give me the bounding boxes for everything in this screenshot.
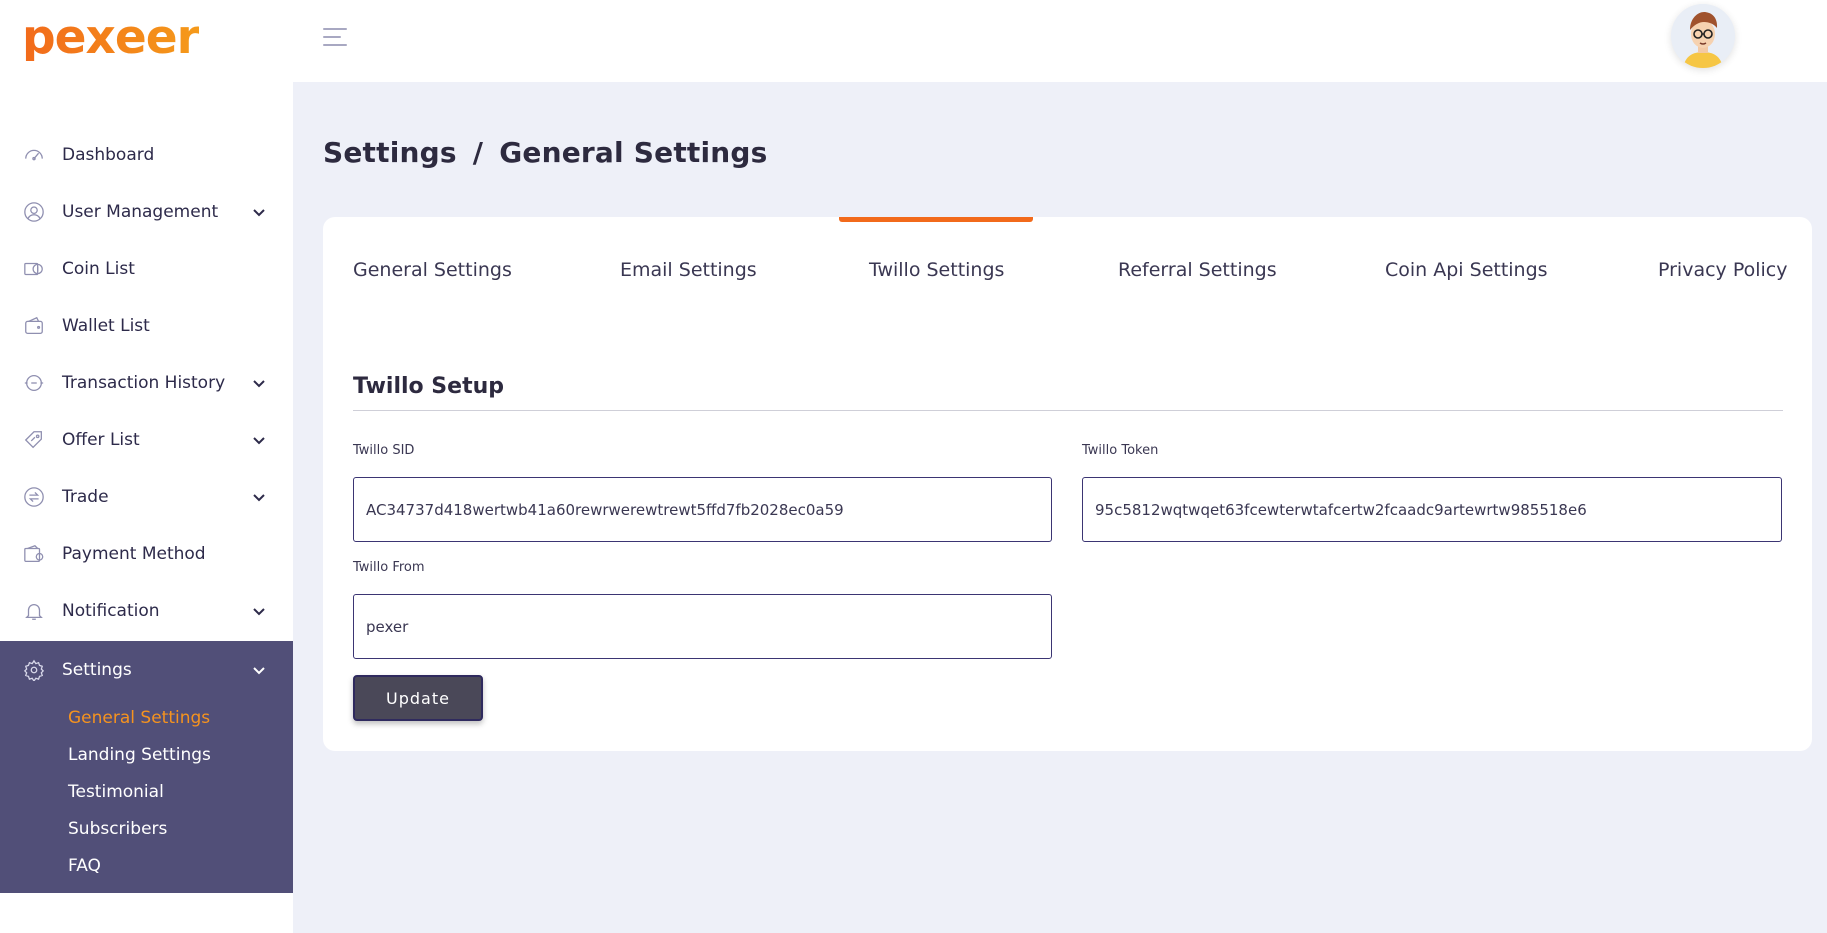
sidebar-nav: Dashboard User Management Coin List Wall… — [0, 126, 293, 639]
dashboard-icon — [22, 143, 46, 167]
sidebar-item-offer-list[interactable]: Offer List — [0, 411, 293, 468]
chevron-down-icon — [251, 662, 267, 678]
wallet-icon — [22, 314, 46, 338]
coin-icon — [22, 257, 46, 281]
chevron-down-icon — [251, 432, 267, 448]
hamburger-icon[interactable] — [323, 26, 351, 50]
trade-exchange-icon — [22, 485, 46, 509]
submenu-subscribers[interactable]: Subscribers — [68, 810, 293, 847]
sidebar-item-label: Dashboard — [62, 144, 155, 165]
tab-general-settings[interactable]: General Settings — [353, 259, 512, 281]
user-icon — [22, 200, 46, 224]
top-header — [293, 0, 1827, 82]
twillo-token-input[interactable]: 95c5812wqtwqet63fcewterwtafcertw2fcaadc9… — [1082, 477, 1782, 542]
sidebar-item-user-management[interactable]: User Management — [0, 183, 293, 240]
sidebar-item-label: User Management — [62, 201, 219, 222]
sidebar-item-wallet-list[interactable]: Wallet List — [0, 297, 293, 354]
twillo-from-value: pexer — [366, 617, 409, 636]
payment-icon — [22, 542, 46, 566]
settings-group: Settings General Settings Landing Settin… — [0, 641, 293, 893]
sidebar-item-label: Transaction History — [62, 372, 226, 393]
sidebar-item-label: Coin List — [62, 258, 135, 279]
sidebar-item-coin-list[interactable]: Coin List — [0, 240, 293, 297]
tab-referral-settings[interactable]: Referral Settings — [1118, 259, 1277, 281]
active-tab-indicator — [839, 217, 1033, 222]
page-title: Settings / General Settings — [323, 136, 768, 169]
sidebar-item-label: Settings — [62, 660, 132, 680]
sidebar-item-transaction-history[interactable]: Transaction History — [0, 354, 293, 411]
transaction-icon — [22, 371, 46, 395]
chevron-down-icon — [251, 489, 267, 505]
chevron-down-icon — [251, 375, 267, 391]
breadcrumb-parent[interactable]: Settings — [323, 136, 457, 169]
gear-icon — [22, 658, 46, 682]
twillo-sid-input[interactable]: AC34737d418wertwb41a60rewrwerewtrewt5ffd… — [353, 477, 1052, 542]
breadcrumb-current: General Settings — [499, 136, 768, 169]
submenu-general-settings[interactable]: General Settings — [68, 699, 293, 736]
chevron-down-icon — [251, 603, 267, 619]
tab-coin-api-settings[interactable]: Coin Api Settings — [1385, 259, 1548, 281]
twillo-token-label: Twillo Token — [1082, 443, 1159, 458]
twillo-sid-value: AC34737d418wertwb41a60rewrwerewtrewt5ffd… — [366, 500, 844, 519]
offer-tag-icon — [22, 428, 46, 452]
submenu-landing-settings[interactable]: Landing Settings — [68, 736, 293, 773]
brand-logo[interactable]: pexeer — [22, 10, 200, 80]
update-button[interactable]: Update — [353, 675, 483, 721]
tab-email-settings[interactable]: Email Settings — [620, 259, 757, 281]
section-title: Twillo Setup — [353, 374, 505, 399]
bell-icon — [22, 599, 46, 623]
sidebar-item-label: Trade — [62, 486, 109, 507]
sidebar-item-label: Wallet List — [62, 315, 150, 336]
sidebar-item-payment-method[interactable]: Payment Method — [0, 525, 293, 582]
sidebar-item-label: Payment Method — [62, 543, 206, 564]
breadcrumb-separator: / — [472, 136, 484, 169]
user-avatar[interactable] — [1671, 4, 1735, 68]
submenu-testimonial[interactable]: Testimonial — [68, 773, 293, 810]
sidebar-item-label: Notification — [62, 600, 160, 621]
submenu-faq[interactable]: FAQ — [68, 847, 293, 884]
twillo-sid-label: Twillo SID — [353, 443, 415, 458]
tab-privacy-policy[interactable]: Privacy Policy — [1658, 259, 1787, 281]
sidebar-item-settings[interactable]: Settings — [0, 641, 293, 699]
sidebar-item-notification[interactable]: Notification — [0, 582, 293, 639]
sidebar-item-dashboard[interactable]: Dashboard — [0, 126, 293, 183]
chevron-down-icon — [251, 204, 267, 220]
sidebar-item-trade[interactable]: Trade — [0, 468, 293, 525]
twillo-token-value: 95c5812wqtwqet63fcewterwtafcertw2fcaadc9… — [1095, 500, 1587, 519]
settings-card: General Settings Email Settings Twillo S… — [323, 217, 1812, 751]
sidebar: pexeer Dashboard User Management Coin Li… — [0, 0, 293, 933]
logo-text: pexeer — [22, 10, 200, 65]
sidebar-item-label: Offer List — [62, 429, 140, 450]
settings-tabs: General Settings Email Settings Twillo S… — [323, 217, 1812, 327]
twillo-from-label: Twillo From — [353, 560, 425, 575]
section-divider — [353, 410, 1783, 411]
settings-submenu: General Settings Landing Settings Testim… — [0, 699, 293, 884]
tab-twillo-settings[interactable]: Twillo Settings — [869, 259, 1004, 281]
twillo-from-input[interactable]: pexer — [353, 594, 1052, 659]
